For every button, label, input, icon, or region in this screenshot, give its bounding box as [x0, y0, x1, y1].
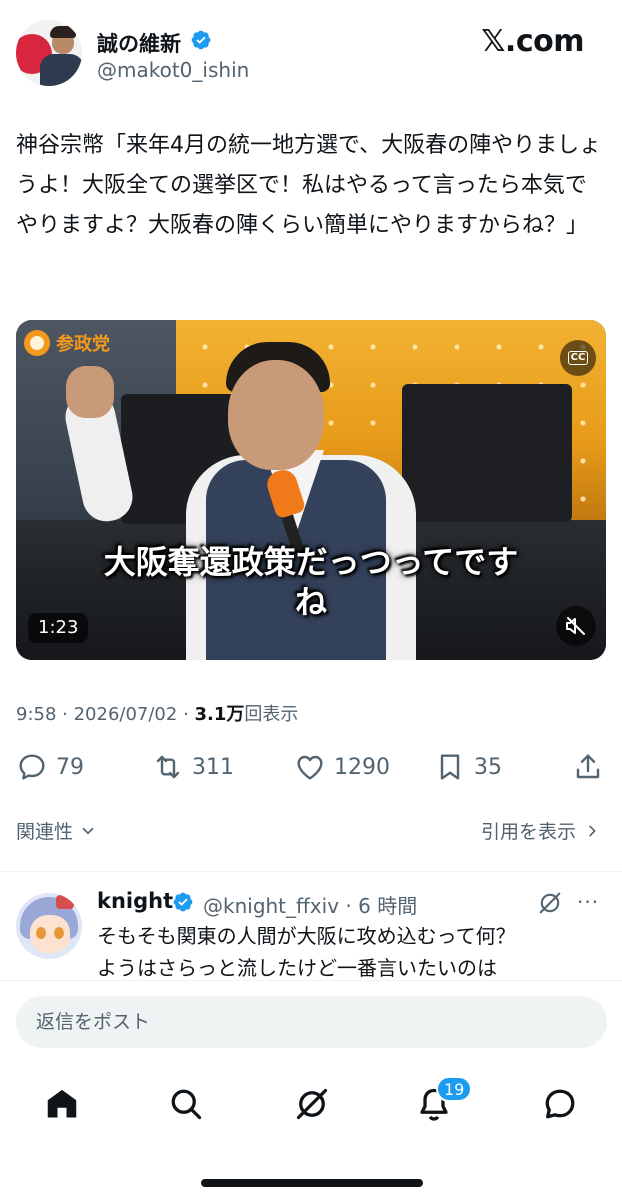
reply-icon: [19, 754, 45, 780]
search-icon: [171, 1089, 202, 1120]
verified-badge-icon: [173, 892, 193, 912]
reply-avatar[interactable]: [16, 893, 82, 959]
cc-icon: CC: [567, 351, 589, 365]
x-com-logo: 𝕏.com: [481, 24, 584, 59]
home-indicator: [201, 1179, 423, 1187]
relevance-label: 関連性: [16, 821, 74, 843]
post-actions: 79 311 1290 35: [0, 745, 622, 789]
grok-icon[interactable]: [536, 889, 564, 917]
notifications-badge: 19: [436, 1076, 473, 1102]
video-duration: 1:23: [28, 613, 89, 643]
divider: [0, 871, 622, 872]
reply-display-name[interactable]: knight: [97, 889, 173, 913]
like-count: 1290: [334, 754, 390, 780]
bookmark-count: 35: [474, 754, 502, 780]
messages-icon: [545, 1089, 575, 1119]
bookmark-icon: [440, 754, 460, 780]
nav-grok[interactable]: [290, 1082, 334, 1126]
reply-text: そもそも関東の人間が大阪に攻め込むって何？ ようはさらっと流したけど一番言いたい…: [97, 924, 516, 980]
post-meta: 9:58 · 2026/07/02 · 3.1万回表示: [16, 704, 299, 725]
video-caption: 大阪奪還政策だっつってです ね: [103, 543, 519, 621]
party-logo-icon: [24, 330, 50, 356]
nav-home[interactable]: [40, 1082, 84, 1126]
reply-input[interactable]: [16, 996, 607, 1048]
author-avatar[interactable]: [16, 20, 82, 86]
view-quotes-link[interactable]: 引用を表示: [481, 817, 600, 844]
home-icon: [47, 1089, 77, 1118]
grok-icon: [296, 1088, 328, 1120]
author-handle[interactable]: @makot0_ishin: [97, 58, 249, 82]
like-button[interactable]: 1290: [294, 745, 390, 789]
share-button[interactable]: [572, 745, 604, 789]
nav-search[interactable]: [164, 1082, 208, 1126]
more-options-icon[interactable]: ···: [577, 890, 607, 914]
view-count[interactable]: 3.1万: [195, 704, 245, 725]
reply-button[interactable]: 79: [16, 745, 84, 789]
reply-handle-time[interactable]: @knight_ffxiv · 6 時間: [203, 890, 417, 919]
relevance-sort-dropdown[interactable]: 関連性: [16, 817, 97, 844]
post-header: 誠の維新 @makot0_ishin 𝕏.com: [0, 0, 622, 100]
mute-button[interactable]: [556, 606, 596, 646]
video-player[interactable]: 参政党 CC 大阪奪還政策だっつってです ね 1:23: [16, 320, 606, 660]
repost-button[interactable]: 311: [152, 745, 234, 789]
view-quotes-label: 引用を表示: [480, 821, 576, 843]
post-text: 神谷宗幣「来年4月の統一地方選で、大阪春の陣やりましょうよ！大阪全ての選挙区で！…: [16, 133, 602, 238]
repost-icon: [156, 755, 180, 779]
reply-composer[interactable]: [16, 996, 607, 1048]
author-display-name[interactable]: 誠の維新: [97, 28, 181, 58]
chevron-down-icon: [82, 827, 94, 834]
nav-messages[interactable]: [538, 1082, 582, 1126]
verified-badge-icon: [191, 30, 211, 50]
video-channel-logo: 参政党: [24, 330, 110, 356]
muted-speaker-icon: [566, 617, 585, 635]
repost-count: 311: [192, 754, 234, 780]
post-time: 9:58: [16, 704, 57, 725]
bottom-navigation: 19: [0, 1066, 622, 1200]
heart-icon: [297, 755, 323, 780]
captions-button[interactable]: CC: [560, 340, 596, 376]
post-date: 2026/07/02: [73, 704, 178, 725]
chevron-right-icon: [589, 825, 596, 836]
bookmark-button[interactable]: 35: [434, 745, 502, 789]
reply-count: 79: [56, 754, 84, 780]
share-icon: [576, 754, 600, 779]
view-label: 回表示: [244, 704, 299, 725]
